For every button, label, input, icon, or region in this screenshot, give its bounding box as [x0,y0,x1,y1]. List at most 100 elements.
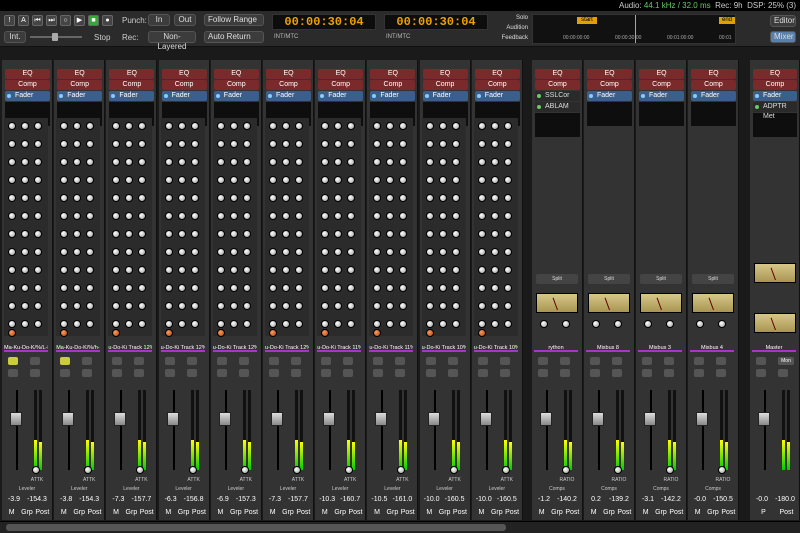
fader-handle[interactable] [758,412,770,426]
track-name[interactable]: Master [752,344,796,352]
knob[interactable] [503,140,512,148]
knob[interactable] [21,302,29,310]
knob[interactable] [216,302,225,310]
knob[interactable] [425,230,434,238]
strip-bottom-button[interactable]: Grp [124,509,139,516]
knob[interactable] [347,194,356,202]
knob[interactable] [321,176,330,184]
knob[interactable] [125,176,134,184]
knob[interactable] [164,158,173,166]
knob[interactable] [386,266,395,274]
knob[interactable] [21,158,29,166]
scrollbar-thumb[interactable] [6,524,506,531]
strip-bottom-button[interactable]: Post [775,509,798,516]
knob[interactable] [112,176,121,184]
knob[interactable] [334,194,343,202]
fader-handle[interactable] [323,412,336,426]
mute-button[interactable] [716,357,726,365]
knob[interactable] [164,122,173,130]
knob[interactable] [696,320,704,328]
knob[interactable] [125,320,134,328]
knob[interactable] [451,158,460,166]
knob[interactable] [86,302,95,310]
monitor-button[interactable] [664,369,674,377]
knob[interactable] [21,230,29,238]
knob[interactable] [60,320,69,328]
fader-handle[interactable] [62,412,75,426]
knob[interactable] [399,302,408,310]
strip-bottom-button[interactable]: M [108,509,123,516]
knob[interactable] [60,176,69,184]
knob[interactable] [138,302,147,310]
knob[interactable] [490,302,499,310]
mute-button[interactable] [343,357,354,365]
track-name[interactable]: Mixbus 4 [690,344,734,352]
plugin-slot[interactable]: EQ [370,69,416,79]
knob[interactable] [503,248,512,256]
rec-arm-button[interactable] [269,369,279,377]
knob[interactable] [138,194,147,202]
strip-bottom-button[interactable]: M [586,509,601,516]
knob[interactable] [386,302,395,310]
knob[interactable] [269,266,277,274]
knob[interactable] [438,266,447,274]
solo-button[interactable] [216,357,227,365]
knob[interactable] [373,140,382,148]
knob[interactable] [60,248,69,256]
knob[interactable] [614,320,622,328]
input-trim-knob[interactable] [8,329,16,337]
plugin-slot[interactable]: EQ [587,69,632,79]
knob[interactable] [164,284,173,292]
knob[interactable] [399,248,408,256]
plugin-slot[interactable]: Comp [639,80,684,90]
comp-mode-label[interactable]: Leveler [58,486,100,492]
knob[interactable] [73,248,82,256]
knob[interactable] [334,302,343,310]
strip-bottom-button[interactable]: M [4,509,19,516]
split-button[interactable]: Split [692,274,734,284]
knob[interactable] [438,248,447,256]
rec-arm-button[interactable] [694,369,704,377]
knob[interactable] [138,230,147,238]
knob[interactable] [34,284,42,292]
knob[interactable] [425,122,434,130]
peak-value[interactable]: -142.2 [658,496,684,503]
track-name[interactable]: Ma-Ku-Do-K/%/L-L [4,344,48,352]
mute-button[interactable] [664,357,674,365]
knob[interactable] [347,230,356,238]
knob[interactable] [451,194,460,202]
knob[interactable] [490,284,499,292]
knob[interactable] [229,248,238,256]
knob[interactable] [164,320,173,328]
knob[interactable] [164,266,173,274]
knob[interactable] [321,302,330,310]
knob[interactable] [8,176,16,184]
knob[interactable] [373,194,382,202]
knob[interactable] [86,176,95,184]
strip-bottom-button[interactable]: M [638,509,653,516]
knob[interactable] [229,140,238,148]
knob[interactable] [451,284,460,292]
knob[interactable] [190,230,199,238]
knob[interactable] [164,194,173,202]
split-button[interactable]: Split [536,274,578,284]
knob[interactable] [347,212,356,220]
knob[interactable] [451,320,460,328]
knob[interactable] [216,122,225,130]
fader-handle[interactable] [540,412,552,426]
plugin-slot[interactable]: EQ [639,69,684,79]
knob[interactable] [562,320,570,328]
horizontal-scrollbar[interactable] [0,521,800,533]
solo-button[interactable] [425,357,436,365]
knob[interactable] [438,176,447,184]
solo-button[interactable] [477,357,488,365]
plugin-slot[interactable]: Comp [57,80,103,90]
knob[interactable] [425,140,434,148]
comp-mode-label[interactable]: Comps [640,486,682,492]
knob[interactable] [295,122,303,130]
knob[interactable] [177,158,186,166]
knob[interactable] [190,302,199,310]
knob[interactable] [373,158,382,166]
knob[interactable] [8,302,16,310]
rec-arm-button[interactable] [216,369,227,377]
